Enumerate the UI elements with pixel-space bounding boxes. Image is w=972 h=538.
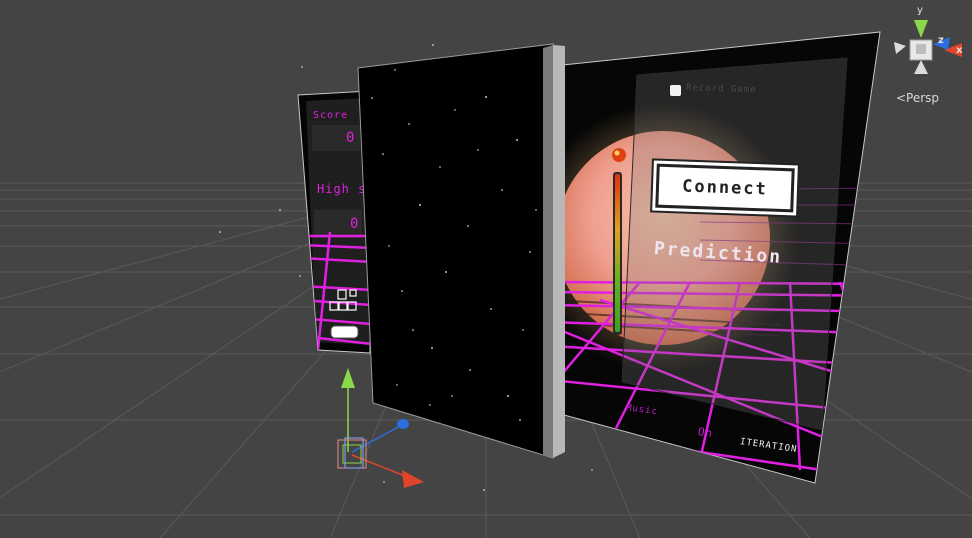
axis-y-cone[interactable] bbox=[914, 20, 928, 38]
axis-x-label: x bbox=[956, 45, 963, 56]
orientation-gizmo[interactable] bbox=[0, 0, 972, 538]
axis-z-label: z bbox=[938, 35, 944, 46]
axis-y-label: y bbox=[917, 5, 923, 16]
scene-view[interactable]: Score 0 High sc 0 Record Game Connect Pr… bbox=[0, 0, 972, 538]
projection-toggle[interactable]: <Persp bbox=[896, 91, 939, 105]
